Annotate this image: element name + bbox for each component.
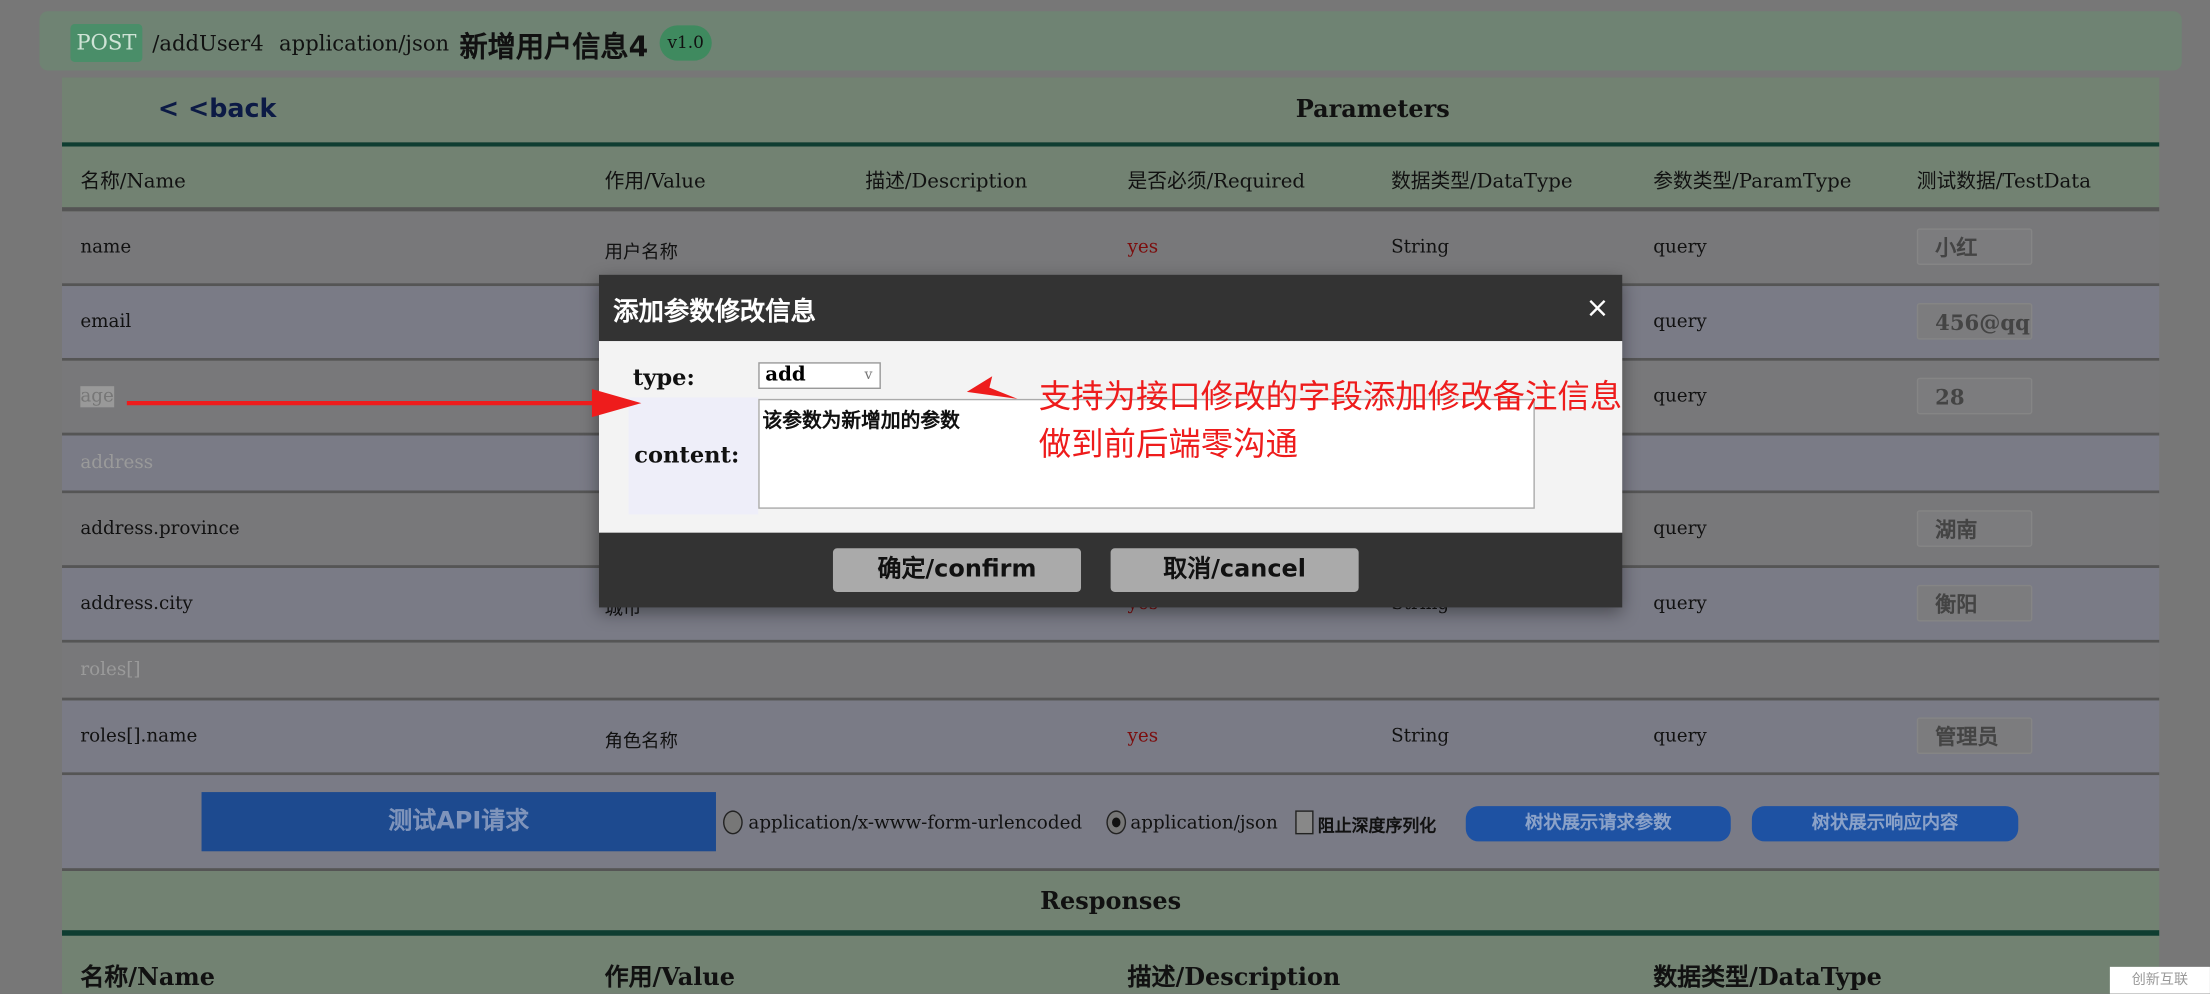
annotation-line-2: 做到前后端零沟通 <box>1038 427 1299 464</box>
arrow-icon <box>126 388 642 418</box>
arrow-icon <box>966 376 1018 399</box>
api-doc-page: POST /addUser4 application/json 新增用户信息4 … <box>0 0 2210 994</box>
annotation-line-1: 支持为接口修改的字段添加修改备注信息 <box>1038 379 1623 416</box>
annotation-arrows <box>126 376 1018 418</box>
watermark-logo: 创新互联 <box>2109 966 2210 994</box>
